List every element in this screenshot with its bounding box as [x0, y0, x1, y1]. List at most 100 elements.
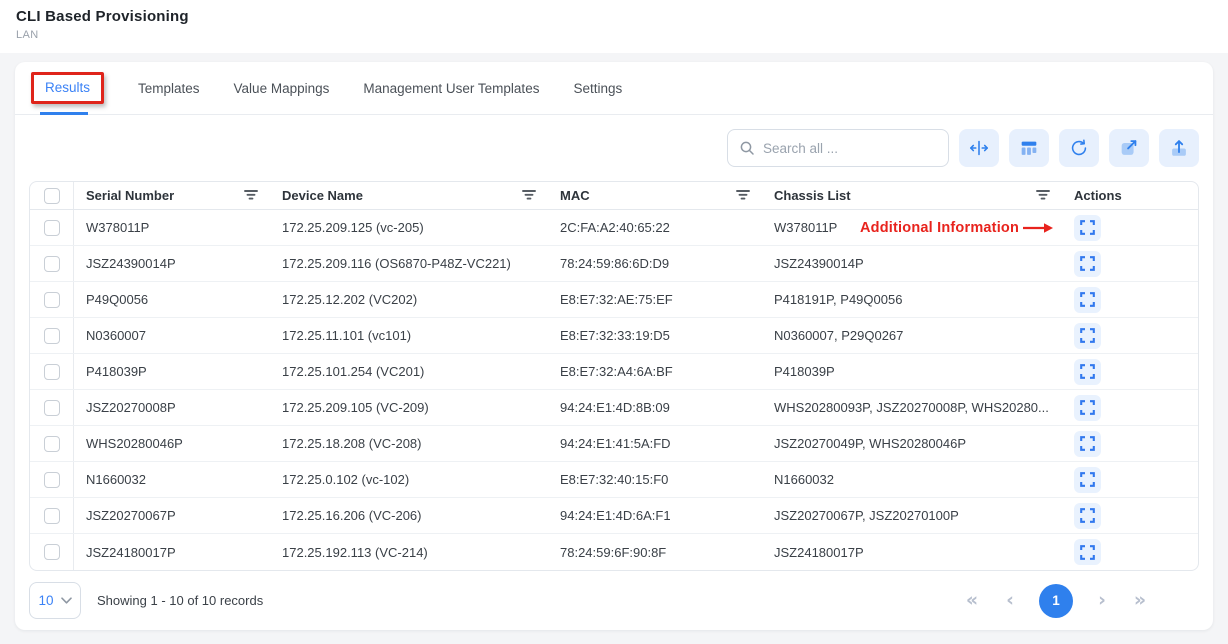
cell-serial-number: N0360007 — [74, 328, 270, 343]
additional-information-button[interactable] — [1074, 431, 1101, 457]
cell-actions — [1062, 503, 1198, 529]
filter-icon[interactable] — [736, 188, 750, 204]
chevron-down-icon — [61, 597, 72, 604]
search-icon — [739, 140, 755, 156]
additional-information-button[interactable] — [1074, 251, 1101, 277]
expand-icon — [1080, 292, 1095, 307]
table-row: N1660032 172.25.0.102 (vc-102) E8:E7:32:… — [30, 462, 1198, 498]
cell-device-name: 172.25.209.116 (OS6870-P48Z-VC221) — [270, 256, 548, 271]
row-checkbox[interactable] — [44, 508, 60, 524]
row-checkbox-cell — [30, 246, 74, 281]
open-export-button[interactable] — [1109, 129, 1149, 167]
refresh-button[interactable] — [1059, 129, 1099, 167]
cell-chassis-list: JSZ24180017P — [762, 545, 1062, 560]
row-checkbox[interactable] — [44, 472, 60, 488]
search-input[interactable] — [763, 141, 940, 156]
cell-actions — [1062, 431, 1198, 457]
col-actions: Actions — [1062, 188, 1198, 203]
filter-icon[interactable] — [522, 188, 536, 204]
row-checkbox[interactable] — [44, 544, 60, 560]
cell-serial-number: JSZ20270067P — [74, 508, 270, 523]
row-checkbox[interactable] — [44, 364, 60, 380]
expand-icon — [1080, 436, 1095, 451]
cell-chassis-list: JSZ24390014P — [762, 256, 1062, 271]
expand-icon — [1080, 364, 1095, 379]
additional-information-button[interactable] — [1074, 467, 1101, 493]
row-checkbox[interactable] — [44, 400, 60, 416]
pagination: « ‹ 1 › » — [953, 584, 1159, 618]
row-checkbox-cell — [30, 354, 74, 389]
first-page-button[interactable]: « — [953, 591, 991, 610]
cell-serial-number: JSZ24180017P — [74, 545, 270, 560]
additional-information-button[interactable] — [1074, 215, 1101, 241]
cell-actions — [1062, 467, 1198, 493]
cell-chassis-list: P418191P, P49Q0056 — [762, 292, 1062, 307]
cell-actions — [1062, 251, 1198, 277]
cell-serial-number: W378011P — [74, 220, 270, 235]
row-checkbox[interactable] — [44, 220, 60, 236]
filter-icon[interactable] — [244, 188, 258, 204]
column-resize-button[interactable] — [959, 129, 999, 167]
devices-table: Serial Number Device Name MAC Chassis Li… — [29, 181, 1199, 571]
additional-information-button[interactable] — [1074, 287, 1101, 313]
cell-actions — [1062, 287, 1198, 313]
row-checkbox[interactable] — [44, 292, 60, 308]
col-chassis-list: Chassis List — [762, 188, 1062, 204]
row-checkbox-cell — [30, 534, 74, 570]
column-manager-button[interactable] — [1009, 129, 1049, 167]
cell-serial-number: P418039P — [74, 364, 270, 379]
tab-bar: Results Templates Value Mappings Managem… — [15, 62, 1213, 115]
row-checkbox[interactable] — [44, 436, 60, 452]
cell-device-name: 172.25.101.254 (VC201) — [270, 364, 548, 379]
expand-icon — [1080, 256, 1095, 271]
additional-information-button[interactable] — [1074, 395, 1101, 421]
row-checkbox-cell — [30, 498, 74, 533]
additional-information-button[interactable] — [1074, 359, 1101, 385]
results-tab-red-highlight-box: Results — [31, 72, 104, 104]
cell-device-name: 172.25.16.206 (VC-206) — [270, 508, 548, 523]
next-page-button[interactable]: › — [1083, 591, 1121, 610]
select-all-checkbox[interactable] — [44, 188, 60, 204]
cell-mac: 94:24:E1:4D:8B:09 — [548, 400, 762, 415]
expand-icon — [1080, 472, 1095, 487]
tab-value-mappings[interactable]: Value Mappings — [234, 62, 330, 114]
row-checkbox[interactable] — [44, 256, 60, 272]
additional-information-button[interactable] — [1074, 539, 1101, 565]
expand-icon — [1080, 400, 1095, 415]
page-header: CLI Based Provisioning LAN — [0, 0, 1228, 53]
column-resize-icon — [968, 137, 990, 159]
cell-device-name: 172.25.11.101 (vc101) — [270, 328, 548, 343]
results-card: Results Templates Value Mappings Managem… — [15, 62, 1213, 630]
cell-chassis-list: JSZ20270067P, JSZ20270100P — [762, 508, 1062, 523]
last-page-button[interactable]: » — [1121, 591, 1159, 610]
additional-information-button[interactable] — [1074, 323, 1101, 349]
cell-mac: 94:24:E1:4D:6A:F1 — [548, 508, 762, 523]
search-box[interactable] — [727, 129, 949, 167]
cell-actions — [1062, 395, 1198, 421]
tab-settings[interactable]: Settings — [573, 62, 622, 114]
filter-icon[interactable] — [1036, 188, 1050, 204]
tab-templates[interactable]: Templates — [138, 62, 200, 114]
row-checkbox-cell — [30, 426, 74, 461]
cell-actions — [1062, 539, 1198, 565]
current-page-button[interactable]: 1 — [1039, 584, 1073, 618]
upload-button[interactable] — [1159, 129, 1199, 167]
expand-icon — [1080, 220, 1095, 235]
tab-results[interactable]: Results — [31, 62, 104, 114]
previous-page-button[interactable]: ‹ — [991, 591, 1029, 610]
row-checkbox[interactable] — [44, 328, 60, 344]
cell-mac: E8:E7:32:A4:6A:BF — [548, 364, 762, 379]
cell-device-name: 172.25.209.125 (vc-205) — [270, 220, 548, 235]
records-summary: Showing 1 - 10 of 10 records — [97, 593, 263, 608]
cell-mac: E8:E7:32:40:15:F0 — [548, 472, 762, 487]
table-row: P418039P 172.25.101.254 (VC201) E8:E7:32… — [30, 354, 1198, 390]
additional-information-button[interactable] — [1074, 503, 1101, 529]
header-checkbox-cell — [30, 182, 74, 209]
row-checkbox-cell — [30, 282, 74, 317]
table-row: P49Q0056 172.25.12.202 (VC202) E8:E7:32:… — [30, 282, 1198, 318]
col-serial-number: Serial Number — [74, 188, 270, 204]
page-size-select[interactable]: 10 — [29, 582, 81, 619]
row-checkbox-cell — [30, 390, 74, 425]
expand-icon — [1080, 545, 1095, 560]
tab-management-user-templates[interactable]: Management User Templates — [363, 62, 539, 114]
